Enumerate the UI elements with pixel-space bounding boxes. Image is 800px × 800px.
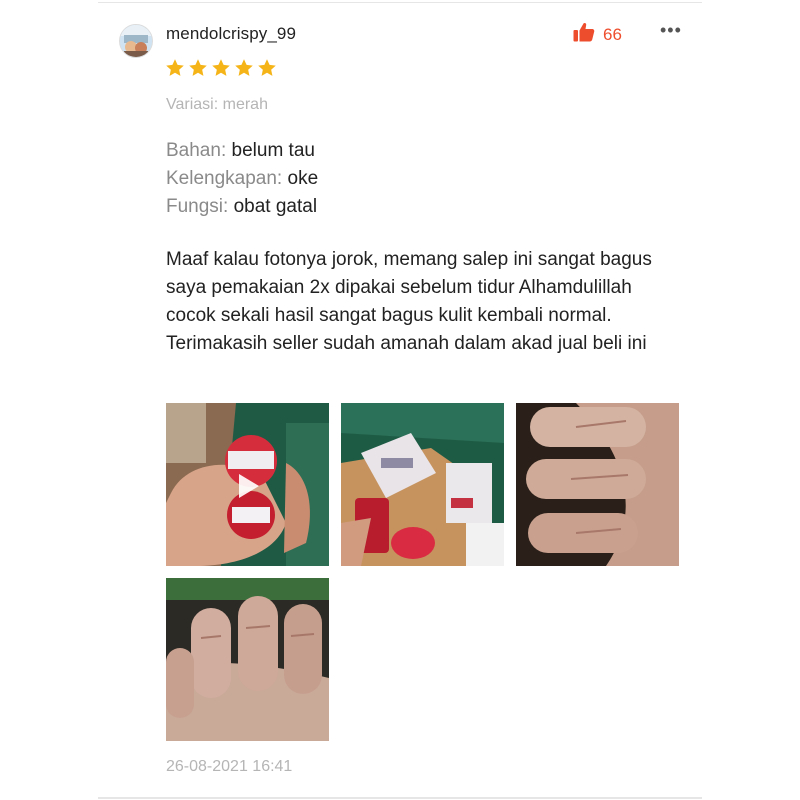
like-count: 66 [603, 24, 622, 44]
star-icon [235, 59, 253, 76]
top-divider [98, 2, 702, 3]
like-button[interactable]: 66 [573, 22, 622, 47]
username[interactable]: mendolcrispy_99 [166, 24, 296, 44]
attribute-value: obat gatal [233, 196, 318, 217]
play-icon [230, 469, 264, 503]
star-icon [212, 59, 230, 76]
review-image-thumbnail[interactable] [341, 403, 504, 566]
star-icon [258, 59, 276, 76]
star-icon [189, 59, 207, 76]
review-image-thumbnail[interactable] [166, 578, 329, 741]
attribute-value: belum tau [231, 140, 315, 161]
bottom-divider [98, 797, 702, 799]
attribute-value: oke [287, 168, 319, 189]
review-attributes: Bahan: belum tau Kelengkapan: oke Fungsi… [166, 137, 318, 221]
attribute-key: Bahan: [166, 140, 227, 161]
thumbs-up-icon [573, 22, 595, 47]
review-timestamp: 26-08-2021 16:41 [166, 758, 293, 775]
review-comment: Maaf kalau fotonya jorok, memang salep i… [166, 249, 652, 354]
star-icon [166, 59, 184, 76]
more-options-icon[interactable]: ••• [660, 20, 682, 41]
avatar[interactable] [119, 24, 153, 58]
attribute-row: Kelengkapan: oke [166, 165, 318, 193]
star-rating [165, 58, 277, 78]
review-video-thumbnail[interactable] [166, 403, 329, 566]
review-image-thumbnail[interactable] [516, 403, 679, 566]
attribute-row: Fungsi: obat gatal [166, 193, 318, 221]
attribute-row: Bahan: belum tau [166, 137, 318, 165]
attribute-key: Kelengkapan: [166, 168, 283, 189]
variation-label: Variasi: merah [166, 96, 268, 113]
attribute-key: Fungsi: [166, 196, 229, 217]
